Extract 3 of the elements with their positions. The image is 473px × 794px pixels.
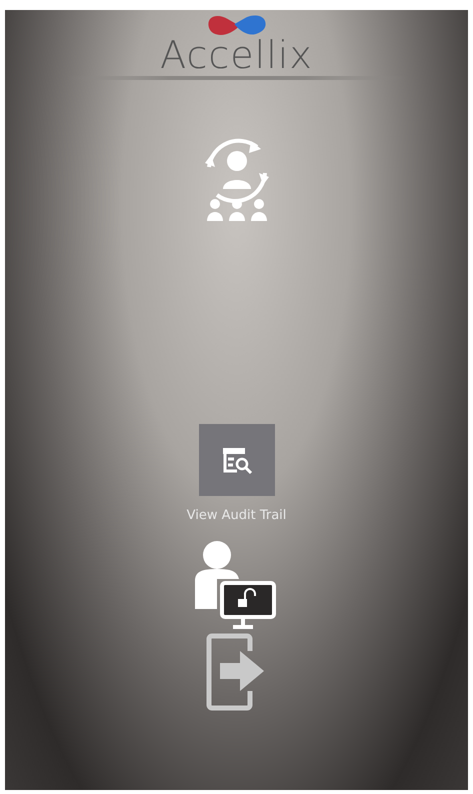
logo-text: Accellix [160, 36, 313, 74]
document-search-icon [220, 445, 252, 475]
view-audit-trail-button[interactable]: View Audit Trail [186, 424, 286, 523]
